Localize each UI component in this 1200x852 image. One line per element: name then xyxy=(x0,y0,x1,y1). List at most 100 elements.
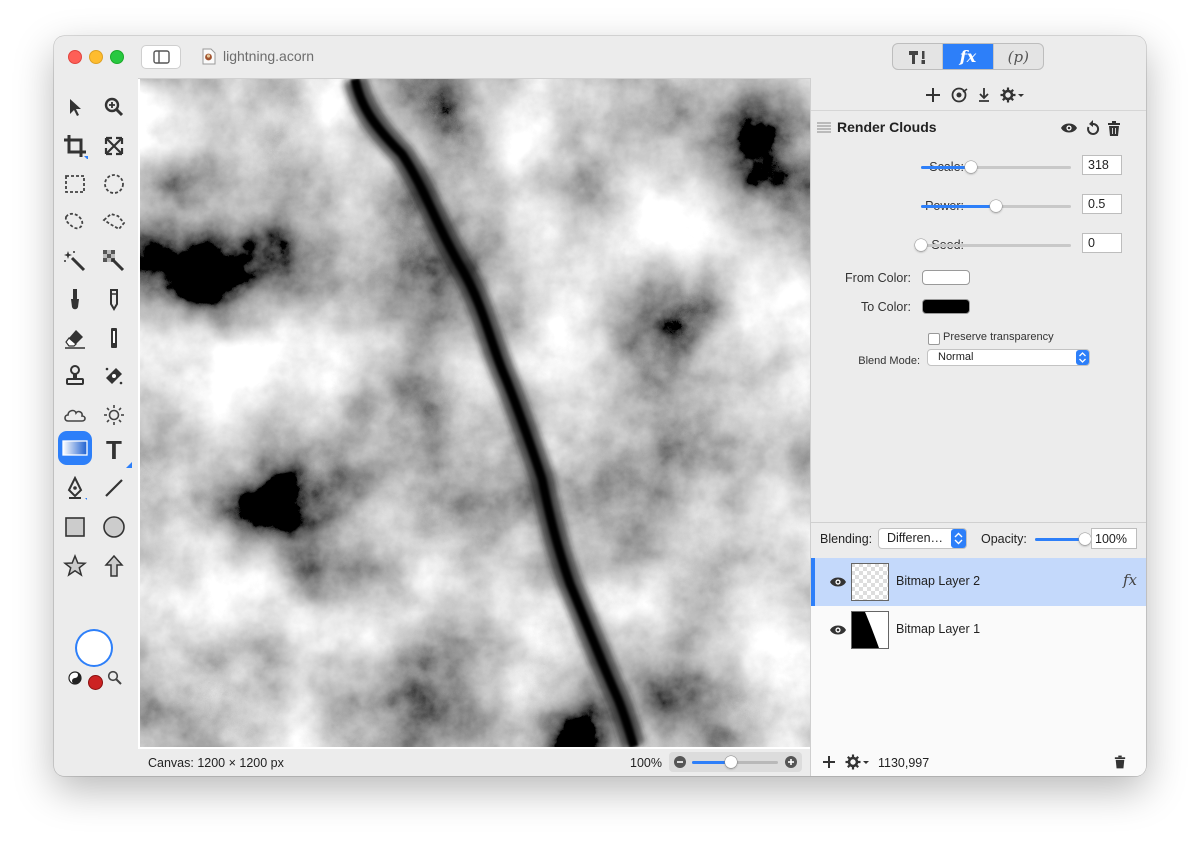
seed-slider[interactable] xyxy=(915,239,1071,251)
scale-slider[interactable] xyxy=(921,161,1071,173)
image-canvas[interactable] xyxy=(140,79,810,747)
to-color-label: To Color: xyxy=(860,300,911,314)
visibility-eye-icon[interactable] xyxy=(829,576,847,588)
filter-title: Render Clouds xyxy=(837,119,937,135)
scale-field[interactable]: 318 xyxy=(1082,155,1122,175)
tab-tools[interactable] xyxy=(893,44,944,69)
cloud-brush-tool[interactable] xyxy=(59,399,91,431)
fx-badge[interactable]: fx xyxy=(1123,571,1137,589)
document-title: lightning.acorn xyxy=(223,48,315,64)
opacity-slider[interactable] xyxy=(1035,533,1091,545)
drag-handle-icon[interactable] xyxy=(817,122,831,134)
polygon-lasso-icon xyxy=(102,213,126,231)
chevron-updown-icon xyxy=(1076,350,1089,365)
blend-mode-select[interactable]: Normal xyxy=(927,349,1090,366)
power-field[interactable]: 0.5 xyxy=(1082,194,1122,214)
bezier-pen-tool[interactable] xyxy=(59,472,91,504)
color-picker-icon[interactable] xyxy=(107,670,123,686)
reset-icon[interactable] xyxy=(1086,120,1100,136)
hammer-icon xyxy=(908,50,925,64)
sidebar-toggle-button[interactable] xyxy=(141,45,181,69)
magic-wand-tool[interactable] xyxy=(59,245,91,277)
zoom-tool[interactable] xyxy=(98,91,130,123)
layer-row[interactable]: Bitmap Layer 2 fx xyxy=(811,558,1146,606)
delete-layer-icon[interactable] xyxy=(1114,755,1126,769)
brightness-tool[interactable] xyxy=(98,399,130,431)
opacity-slider-knob[interactable] xyxy=(1079,533,1091,545)
arrow-shape-tool[interactable] xyxy=(98,550,130,582)
from-color-label: From Color: xyxy=(845,271,911,285)
add-filter-icon[interactable] xyxy=(925,87,941,103)
mode-segmented-control[interactable]: fx (p) xyxy=(892,43,1044,70)
close-button[interactable] xyxy=(68,50,82,64)
to-color-swatch[interactable] xyxy=(922,299,970,314)
ellipse-marquee-tool[interactable] xyxy=(98,168,130,200)
add-layer-icon[interactable] xyxy=(822,755,836,769)
rectangle-tool[interactable] xyxy=(59,511,91,543)
gear-menu-icon[interactable] xyxy=(1000,87,1026,103)
eraser-icon xyxy=(65,330,85,349)
polygon-lasso-tool[interactable] xyxy=(98,206,130,238)
layer-row[interactable]: Bitmap Layer 1 xyxy=(811,606,1146,654)
tab-properties[interactable]: (p) xyxy=(992,44,1043,69)
title-bar: lightning.acorn fx (p) xyxy=(54,36,1146,78)
smudge-tool[interactable] xyxy=(98,322,130,354)
scale-slider-knob[interactable] xyxy=(964,161,977,173)
pencil-tool[interactable] xyxy=(98,283,130,315)
up-arrow-icon xyxy=(104,554,124,577)
blending-value: Differen… xyxy=(887,531,944,545)
swap-colors-icon[interactable] xyxy=(68,671,82,685)
gradient-tool[interactable] xyxy=(58,431,92,465)
zoom-out-icon[interactable] xyxy=(673,755,687,769)
eye-icon[interactable] xyxy=(1060,122,1078,134)
power-slider-knob[interactable] xyxy=(990,200,1002,212)
canvas-area[interactable] xyxy=(138,78,810,749)
toolbox: T xyxy=(54,78,138,750)
lasso-icon xyxy=(64,212,84,230)
blending-select[interactable]: Differen… xyxy=(878,528,967,549)
power-slider[interactable] xyxy=(921,200,1071,212)
sidebar-icon xyxy=(153,50,170,64)
fill-color-well[interactable] xyxy=(77,631,111,665)
filter-chain-icon[interactable] xyxy=(950,87,968,103)
zoom-slider[interactable] xyxy=(692,756,778,768)
stroke-color-well[interactable] xyxy=(88,675,103,690)
star-tool[interactable] xyxy=(59,550,91,582)
cursor-coordinates: 1130,997 xyxy=(878,756,930,770)
zoom-button[interactable] xyxy=(110,50,124,64)
healing-tool[interactable] xyxy=(98,360,130,392)
blend-mode-label: Blend Mode: xyxy=(858,355,920,367)
text-tool[interactable]: T xyxy=(98,434,132,468)
layers-bottom-bar: 1130,997 xyxy=(810,748,1146,776)
magic-wand-color-tool[interactable] xyxy=(98,245,130,277)
seed-field[interactable]: 0 xyxy=(1082,233,1122,253)
clone-stamp-tool[interactable] xyxy=(59,360,91,392)
zoom-slider-knob[interactable] xyxy=(724,756,737,768)
brush-tool[interactable] xyxy=(59,283,91,315)
smudge-icon xyxy=(111,328,117,348)
layer-gear-menu-icon[interactable] xyxy=(845,754,871,770)
trash-icon[interactable] xyxy=(1107,121,1121,136)
lasso-tool[interactable] xyxy=(59,206,91,238)
opacity-field[interactable]: 100% xyxy=(1091,528,1137,549)
crop-tool[interactable] xyxy=(59,130,91,162)
filter-toolbar xyxy=(811,78,1146,111)
tab-properties-label: (p) xyxy=(1007,47,1029,66)
select-arrow-tool[interactable] xyxy=(59,91,91,123)
download-icon[interactable] xyxy=(976,87,992,103)
layer-thumbnail xyxy=(851,563,889,601)
line-tool[interactable] xyxy=(98,472,130,504)
eraser-tool[interactable] xyxy=(59,322,91,354)
visibility-eye-icon[interactable] xyxy=(829,624,847,636)
minimize-button[interactable] xyxy=(89,50,103,64)
preserve-transparency-checkbox[interactable] xyxy=(928,333,940,345)
rect-marquee-tool[interactable] xyxy=(59,168,91,200)
transform-tool[interactable] xyxy=(98,130,130,162)
seed-slider-knob[interactable] xyxy=(915,239,927,251)
tab-fx[interactable]: fx xyxy=(943,44,993,69)
zoom-in-icon[interactable] xyxy=(784,755,798,769)
preserve-transparency-label: Preserve transparency xyxy=(943,331,1054,343)
oval-tool[interactable] xyxy=(98,511,130,543)
app-window: lightning.acorn fx (p) T Canvas: 1200 × … xyxy=(54,36,1146,776)
from-color-swatch[interactable] xyxy=(922,270,970,285)
